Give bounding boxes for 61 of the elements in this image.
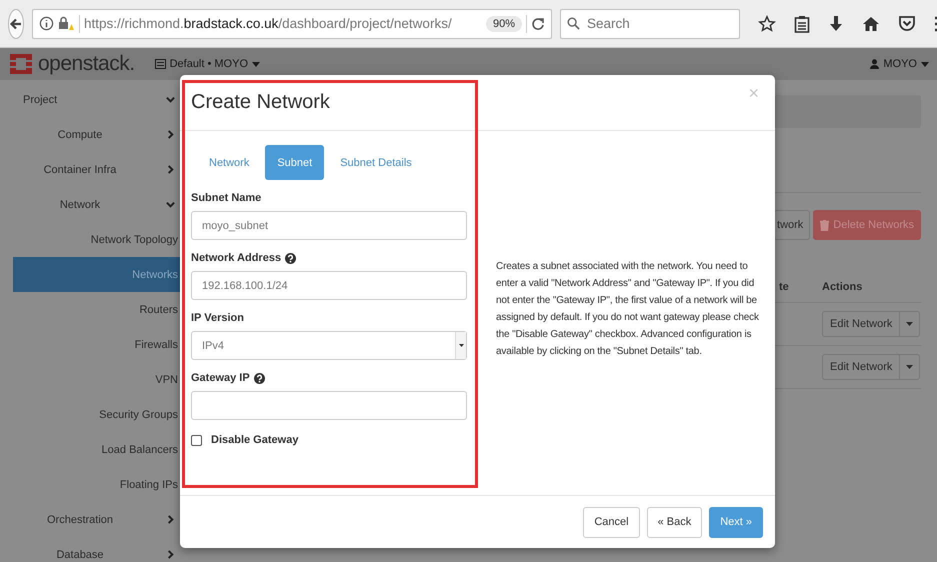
clipboard-icon[interactable] bbox=[794, 14, 810, 32]
home-icon[interactable] bbox=[862, 14, 880, 32]
list-icon bbox=[154, 59, 166, 69]
tab[interactable]: Subnet Details bbox=[328, 145, 424, 180]
column-header: Actions bbox=[822, 281, 864, 293]
dialog-button[interactable]: Cancel bbox=[583, 506, 640, 538]
search-field[interactable]: Search bbox=[585, 15, 729, 32]
search-bar[interactable]: Search bbox=[560, 8, 740, 38]
user-menu[interactable]: MOYO bbox=[870, 58, 929, 70]
tab[interactable]: Subnet bbox=[265, 145, 324, 180]
sidebar-item[interactable]: Container Infra bbox=[0, 152, 190, 187]
next-button[interactable]: Next » bbox=[709, 506, 763, 538]
caret-icon bbox=[906, 322, 914, 326]
reload-icon[interactable] bbox=[531, 16, 545, 30]
pocket-icon[interactable] bbox=[898, 15, 916, 32]
dialog-button[interactable]: « Back bbox=[646, 506, 702, 538]
zoom-level[interactable]: 90% bbox=[486, 16, 522, 32]
field-label: Gateway IP bbox=[191, 372, 250, 384]
caret-icon bbox=[921, 62, 929, 66]
search-icon bbox=[567, 17, 580, 30]
field-label: Subnet Name bbox=[191, 192, 262, 204]
sidebar-item[interactable]: Network bbox=[0, 187, 190, 222]
field-label: Network Address bbox=[191, 252, 282, 264]
select-field[interactable]: IPv4 bbox=[191, 331, 467, 360]
input-field[interactable] bbox=[191, 391, 467, 420]
arrow-left-icon bbox=[9, 16, 23, 30]
info-icon[interactable] bbox=[39, 16, 54, 31]
caret-icon bbox=[252, 62, 260, 66]
create-button[interactable]: twork bbox=[774, 210, 810, 240]
sidebar-item[interactable]: Orchestration bbox=[0, 502, 190, 537]
star-icon[interactable] bbox=[758, 14, 776, 32]
address-bar[interactable]: https://richmond.bradstack.co.uk/dashboard/project/networks/ 90% bbox=[32, 8, 552, 38]
sidebar-item[interactable]: Compute bbox=[0, 117, 190, 152]
edit-network-button[interactable]: Edit Network bbox=[822, 354, 900, 380]
back-button[interactable] bbox=[8, 8, 24, 38]
caret-icon bbox=[458, 344, 464, 347]
project-menu[interactable]: Default • MOYO bbox=[154, 58, 260, 70]
lock-warning-icon[interactable] bbox=[58, 16, 75, 31]
help-text: Creates a subnet associated with the network. You need to enter a valid "Network Address" and "Gateway IP". If you did not enter the "Gateway IP", the first value of a network will be assigned by default. If you do not want gateway please check the "Disable Gateway" checkbox. Advanced configuration is available by clicking on the "Subnet Details" tab. bbox=[496, 260, 760, 359]
user-icon bbox=[870, 59, 880, 69]
download-icon[interactable] bbox=[828, 14, 844, 32]
help-icon[interactable] bbox=[285, 252, 296, 264]
dropdown-toggle[interactable] bbox=[900, 354, 920, 380]
logo-text: openstack. bbox=[38, 52, 135, 76]
dialog-title: Create Network bbox=[191, 91, 331, 114]
url-text: https://richmond.bradstack.co.uk/dashboard/project/networks/ bbox=[84, 16, 453, 31]
dropdown-toggle[interactable] bbox=[900, 311, 920, 337]
edit-network-button[interactable]: Edit Network bbox=[822, 311, 900, 337]
sidebar-item[interactable]: Project bbox=[0, 82, 190, 117]
column-header: te bbox=[779, 281, 790, 293]
sidebar-item[interactable]: Database bbox=[0, 537, 190, 562]
caret-icon bbox=[906, 365, 914, 369]
logo-icon bbox=[8, 53, 34, 75]
field-label: IP Version bbox=[191, 312, 244, 324]
trash-icon bbox=[820, 220, 830, 230]
checkbox-label: Disable Gateway bbox=[211, 434, 298, 446]
help-icon[interactable] bbox=[254, 372, 265, 384]
input-field[interactable]: 192.168.100.1/24 bbox=[191, 271, 467, 300]
input-field[interactable]: moyo_subnet bbox=[191, 211, 467, 240]
tab[interactable]: Network bbox=[197, 145, 262, 180]
checkbox[interactable] bbox=[191, 434, 202, 446]
